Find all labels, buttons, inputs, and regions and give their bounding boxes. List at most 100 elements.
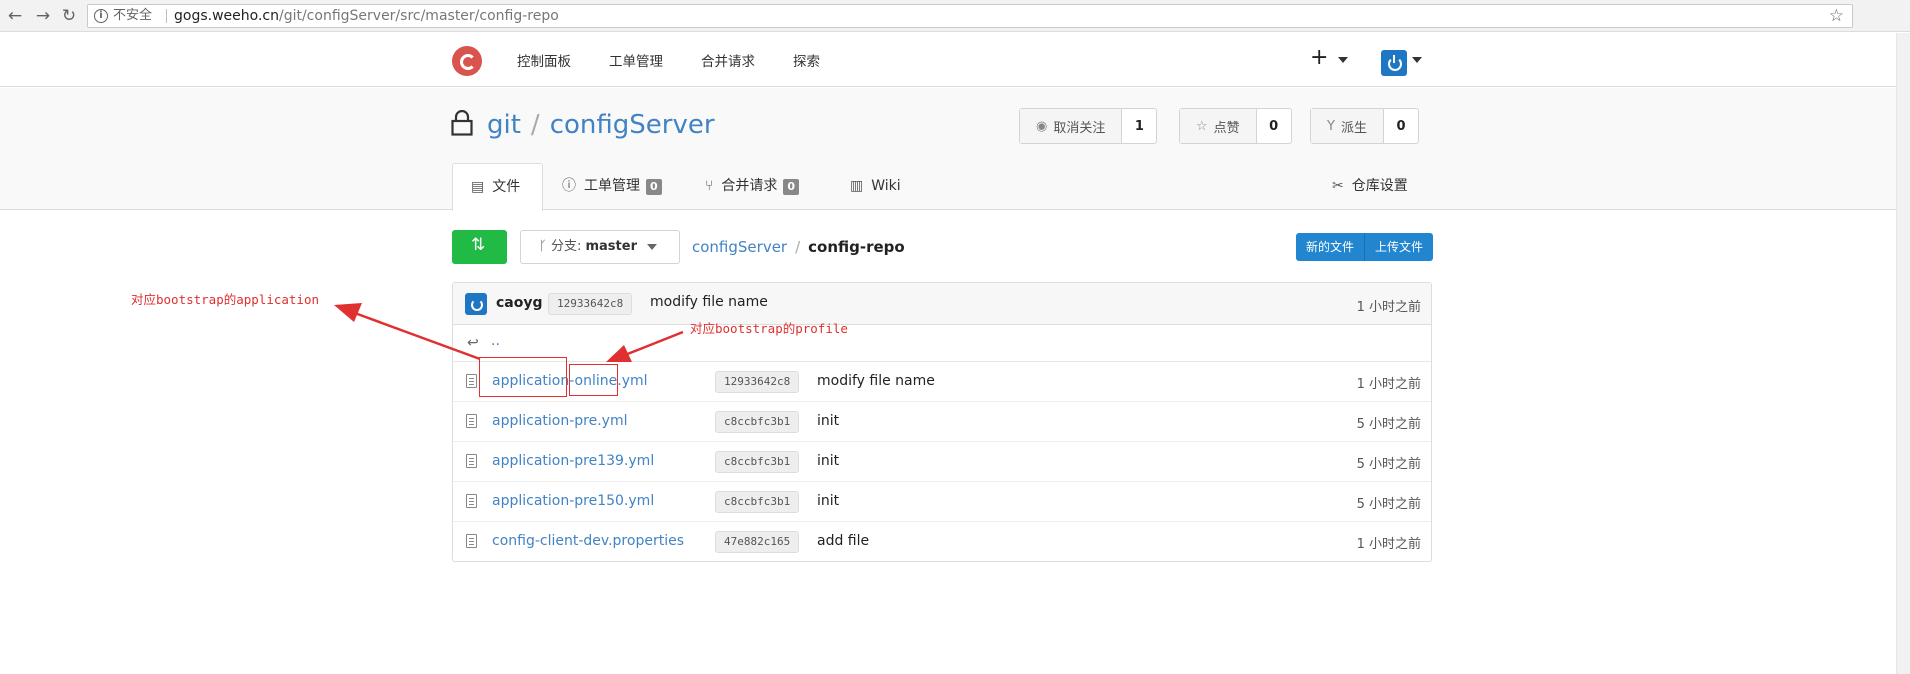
- browser-window: ← → ↻ i 不安全 gogs.weeho.cn/git/configServ…: [0, 0, 1910, 674]
- file-row: application-pre150.yml c8ccbfc3b1 init 5…: [453, 482, 1431, 522]
- file-commit-sha[interactable]: 47e882c165: [715, 531, 800, 553]
- file-commit-sha[interactable]: c8ccbfc3b1: [715, 491, 800, 513]
- branch-dropdown[interactable]: ᚴ 分支: master: [520, 230, 680, 264]
- issue-opened-icon: ⓘ: [562, 178, 576, 194]
- parent-dir-link[interactable]: ..: [491, 333, 500, 349]
- tab-pulls[interactable]: ⑂ 合并请求 0: [705, 163, 800, 209]
- repo-title: git / configServer: [487, 110, 715, 140]
- breadcrumb-root[interactable]: configServer: [692, 238, 787, 256]
- fork-label: 派生: [1340, 120, 1367, 136]
- file-age: 5 小时之前: [1356, 417, 1421, 432]
- branch-caret-icon: [647, 243, 658, 250]
- file-name-link[interactable]: application-pre139.yml: [492, 453, 654, 469]
- url-path: /git/configServer/src/master/config-repo: [278, 8, 559, 24]
- back-arrow-icon[interactable]: ←: [4, 5, 26, 27]
- lock-icon: [451, 110, 473, 136]
- pull-request-icon: ⑂: [705, 178, 714, 194]
- file-icon: [466, 454, 477, 468]
- file-row: application-pre139.yml c8ccbfc3b1 init 5…: [453, 442, 1431, 482]
- file-commit-message[interactable]: add file: [817, 533, 869, 549]
- unwatch-button[interactable]: ◉ 取消关注: [1020, 109, 1123, 143]
- file-name-link[interactable]: config-client-dev.properties: [492, 533, 684, 549]
- fork-count[interactable]: 0: [1384, 109, 1418, 143]
- branch-name: master: [585, 239, 637, 254]
- file-icon: [466, 494, 477, 508]
- tab-settings[interactable]: ✂ 仓库设置: [1332, 163, 1408, 209]
- watch-count[interactable]: 1: [1122, 109, 1156, 143]
- tab-pulls-label: 合并请求: [721, 178, 778, 194]
- breadcrumb-current: config-repo: [808, 238, 905, 256]
- reply-arrow-icon: ↩: [467, 335, 479, 351]
- file-commit-message[interactable]: init: [817, 453, 839, 469]
- annotation-profile-text: 对应bootstrap的profile: [690, 321, 848, 336]
- star-button-group[interactable]: ☆ 点赞 0: [1179, 108, 1292, 144]
- unwatch-button-group[interactable]: ◉ 取消关注 1: [1019, 108, 1158, 144]
- reload-icon[interactable]: ↻: [58, 5, 80, 27]
- file-text-icon: ▤: [471, 179, 485, 195]
- star-button[interactable]: ☆ 点赞: [1180, 109, 1257, 143]
- commit-author-avatar[interactable]: [465, 293, 487, 315]
- tab-issues-label: 工单管理: [584, 178, 640, 194]
- tab-wiki-label: Wiki: [871, 178, 901, 194]
- star-count[interactable]: 0: [1257, 109, 1291, 143]
- user-avatar[interactable]: [1381, 50, 1407, 76]
- file-name-link[interactable]: application-pre.yml: [492, 413, 628, 429]
- breadcrumb-separator: /: [795, 238, 801, 256]
- unwatch-label: 取消关注: [1053, 120, 1106, 136]
- star-label: 点赞: [1213, 120, 1240, 136]
- address-bar[interactable]: i 不安全 gogs.weeho.cn/git/configServer/src…: [87, 4, 1853, 28]
- file-row: config-client-dev.properties 47e882c165 …: [453, 522, 1431, 562]
- branch-icon: ᚴ: [539, 239, 547, 254]
- repo-owner-link[interactable]: git: [487, 110, 521, 140]
- file-row: application-pre.yml c8ccbfc3b1 init 5 小时…: [453, 402, 1431, 442]
- file-commit-message[interactable]: modify file name: [817, 373, 935, 389]
- file-actions: 新的文件 上传文件: [1296, 233, 1434, 261]
- file-name-link[interactable]: application-pre150.yml: [492, 493, 654, 509]
- url-host: gogs.weeho.cn: [174, 8, 279, 24]
- file-commit-sha[interactable]: c8ccbfc3b1: [715, 451, 800, 473]
- bookmark-star-icon[interactable]: ☆: [1829, 5, 1844, 27]
- tab-wiki[interactable]: ▥ Wiki: [850, 163, 901, 209]
- nav-pulls[interactable]: 合并请求: [701, 50, 755, 70]
- commit-author[interactable]: caoyg: [496, 295, 543, 311]
- fork-button-group[interactable]: Y 派生 0: [1310, 108, 1419, 144]
- nav-dashboard[interactable]: 控制面板: [517, 50, 571, 70]
- upload-file-button[interactable]: 上传文件: [1364, 233, 1433, 261]
- file-icon: [466, 414, 477, 428]
- issues-count-badge: 0: [646, 179, 662, 195]
- info-icon[interactable]: i: [94, 9, 108, 23]
- address-separator: [166, 9, 167, 23]
- title-slash: /: [530, 110, 540, 140]
- create-plus-icon[interactable]: +: [1310, 45, 1328, 70]
- new-file-button[interactable]: 新的文件: [1296, 233, 1364, 261]
- file-icon: [466, 374, 477, 388]
- fork-button[interactable]: Y 派生: [1311, 109, 1384, 143]
- file-commit-sha[interactable]: 12933642c8: [715, 371, 800, 393]
- gogs-logo-icon[interactable]: [452, 46, 482, 76]
- url-text[interactable]: gogs.weeho.cn/git/configServer/src/maste…: [174, 5, 559, 27]
- fork-icon: Y: [1327, 118, 1335, 134]
- file-commit-message[interactable]: init: [817, 413, 839, 429]
- user-caret-icon[interactable]: [1412, 57, 1422, 63]
- latest-commit-row: caoyg 12933642c8 modify file name 1 小时之前: [453, 283, 1431, 325]
- file-commit-sha[interactable]: c8ccbfc3b1: [715, 411, 800, 433]
- parent-dir-row[interactable]: ↩ ..: [453, 325, 1431, 362]
- book-icon: ▥: [850, 178, 864, 194]
- branch-prefix: 分支:: [550, 239, 582, 254]
- commit-sha[interactable]: 12933642c8: [548, 293, 633, 315]
- compare-button[interactable]: [452, 230, 507, 264]
- nav-explore[interactable]: 探索: [793, 50, 820, 70]
- repo-header: git / configServer ◉ 取消关注 1 ☆ 点赞 0 Y 派生 0: [0, 88, 1896, 210]
- commit-message[interactable]: modify file name: [650, 294, 768, 310]
- create-caret-icon[interactable]: [1338, 57, 1348, 63]
- forward-arrow-icon[interactable]: →: [32, 5, 54, 27]
- page-scrollbar[interactable]: [1896, 33, 1910, 674]
- file-age: 5 小时之前: [1356, 497, 1421, 512]
- browser-toolbar: ← → ↻ i 不安全 gogs.weeho.cn/git/configServ…: [0, 0, 1910, 32]
- nav-issues[interactable]: 工单管理: [609, 50, 663, 70]
- repo-name-link[interactable]: configServer: [550, 110, 715, 140]
- file-commit-message[interactable]: init: [817, 493, 839, 509]
- annotation-arrowhead-application: [334, 303, 362, 322]
- tab-issues[interactable]: ⓘ 工单管理 0: [562, 163, 662, 209]
- tab-files[interactable]: ▤ 文件: [452, 163, 543, 211]
